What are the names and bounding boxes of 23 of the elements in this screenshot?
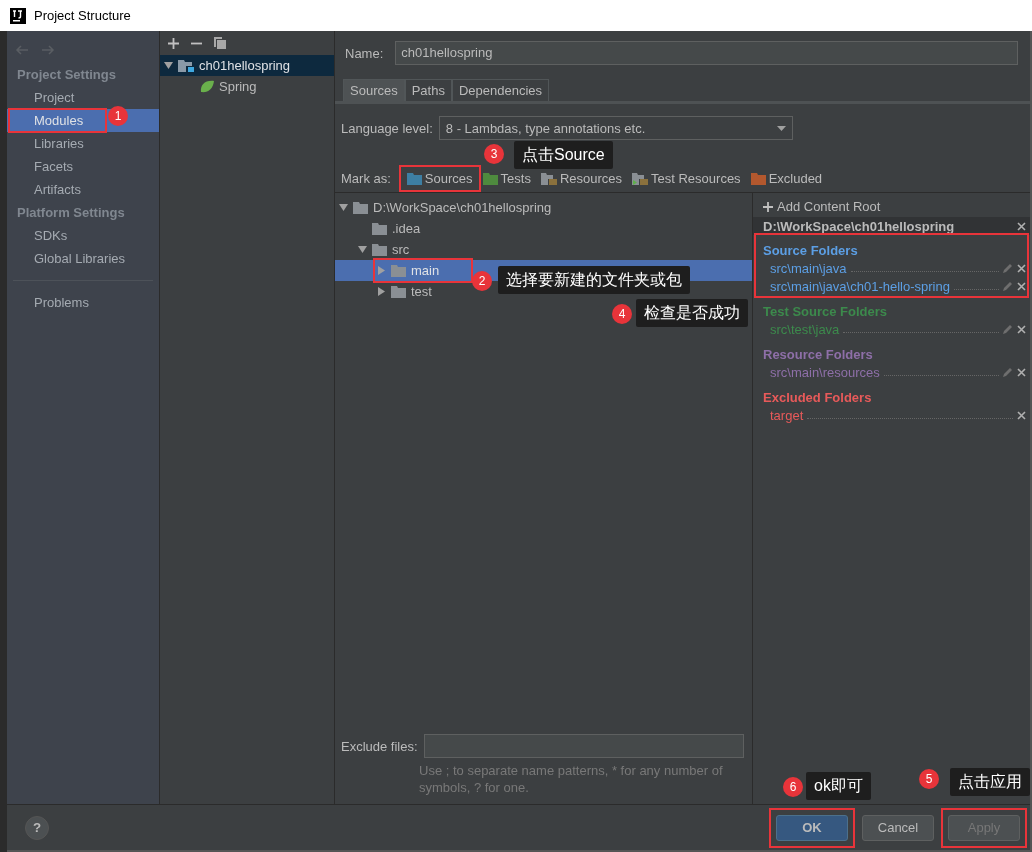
mark-as-label: Mark as:: [341, 171, 391, 186]
folder-entry: src\main\java: [770, 260, 847, 276]
folder-group-title: Test Source Folders: [762, 303, 888, 319]
language-level-label: Language level:: [341, 120, 433, 136]
window-title: Project Structure: [34, 8, 131, 23]
callout-tooltip: 点击应用: [950, 768, 1030, 796]
hint-text: Use ; to separate name patterns, * for any number of symbols, ? for one.: [418, 762, 724, 797]
folder-group-title: Resource Folders: [762, 346, 874, 362]
folder-entry: src\test\java: [770, 321, 840, 337]
section-title: Project Settings: [16, 66, 117, 84]
folder-group-title: Excluded Folders: [762, 389, 873, 405]
folder-entry: target: [770, 407, 804, 423]
content-root-path: D:\WorkSpace\ch01hellospring: [763, 218, 955, 234]
folder-entry: src\main\resources: [770, 364, 880, 380]
section-title: Platform Settings: [16, 204, 126, 222]
callout-tooltip: 选择要新建的文件夹或包: [498, 266, 690, 294]
name-label: Name:: [345, 45, 384, 61]
callout-tooltip: ok即可: [806, 772, 871, 800]
folder-entry: src\main\java\ch01-hello-spring: [770, 278, 950, 294]
callout-tooltip: 点击Source: [514, 141, 613, 169]
exclude-files-label: Exclude files:: [341, 738, 418, 754]
callout-tooltip: 检查是否成功: [636, 299, 748, 327]
folder-group-title: Source Folders: [762, 242, 859, 258]
